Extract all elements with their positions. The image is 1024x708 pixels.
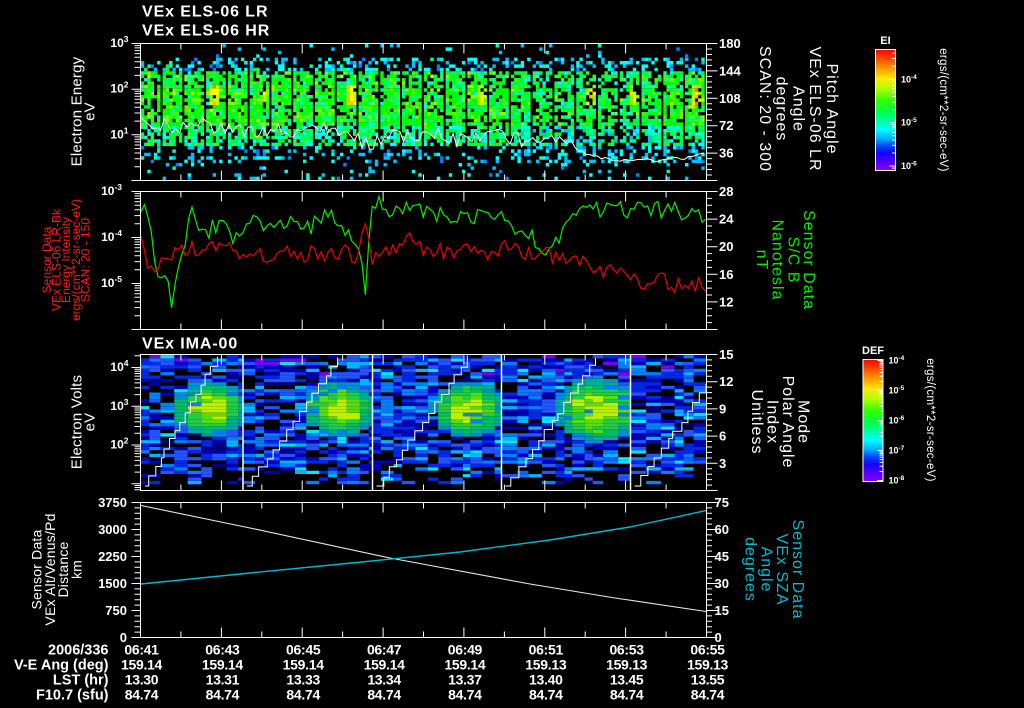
svg-text:06:47: 06:47 [367,642,402,658]
svg-text:13.34: 13.34 [367,672,401,688]
svg-text:13.55: 13.55 [691,672,725,688]
svg-text:28: 28 [719,184,733,199]
svg-text:3000: 3000 [98,522,127,537]
svg-text:84.74: 84.74 [286,687,320,703]
svg-text:SCAN: 20 - 150: SCAN: 20 - 150 [78,218,92,302]
svg-text:06:45: 06:45 [286,642,321,658]
svg-text:06:51: 06:51 [529,642,564,658]
svg-text:2250: 2250 [98,549,127,564]
svg-text:EI: EI [880,35,890,47]
svg-text:15: 15 [719,347,733,362]
svg-text:60: 60 [715,522,729,537]
svg-text:84.74: 84.74 [529,687,563,703]
svg-text:13.33: 13.33 [286,672,320,688]
svg-text:3750: 3750 [98,495,127,510]
svg-text:2006/336: 2006/336 [48,643,108,659]
svg-text:Unitless: Unitless [748,390,765,455]
svg-text:06:43: 06:43 [205,642,240,658]
svg-text:DEF: DEF [862,345,884,357]
svg-text:eV: eV [82,413,99,432]
svg-text:159.14: 159.14 [202,657,244,673]
svg-text:84.74: 84.74 [206,687,240,703]
svg-text:06:53: 06:53 [609,642,644,658]
svg-text:13.30: 13.30 [125,672,159,688]
svg-text:84.74: 84.74 [448,687,482,703]
svg-text:13.40: 13.40 [529,672,563,688]
svg-text:13.45: 13.45 [610,672,644,688]
svg-text:24: 24 [719,212,734,227]
svg-text:nT: nT [753,250,770,271]
svg-text:VEx SZA: VEx SZA [773,534,790,606]
svg-text:30: 30 [715,576,729,591]
svg-text:20: 20 [719,239,733,254]
svg-text:VEx ELS-06 HR: VEx ELS-06 HR [142,23,270,40]
svg-text:6: 6 [719,429,726,444]
svg-text:45: 45 [715,549,729,564]
svg-text:159.14: 159.14 [121,657,163,673]
svg-text:159.13: 159.13 [606,657,648,673]
svg-text:Index: Index [764,400,781,444]
svg-text:ergs/(cm**2-sr-sec-eV): ergs/(cm**2-sr-sec-eV) [937,48,949,172]
svg-text:degrees: degrees [773,77,790,142]
svg-text:06:49: 06:49 [448,642,483,658]
svg-text:3: 3 [719,456,726,471]
svg-text:159.13: 159.13 [525,657,567,673]
svg-text:159.14: 159.14 [283,657,325,673]
svg-text:Polar Angle: Polar Angle [779,376,796,469]
svg-text:159.13: 159.13 [687,657,729,673]
svg-text:15: 15 [715,603,729,618]
svg-text:06:55: 06:55 [690,642,725,658]
svg-text:Sensor Data: Sensor Data [789,520,806,620]
svg-text:75: 75 [715,495,729,510]
svg-text:9: 9 [719,401,726,416]
svg-text:159.14: 159.14 [364,657,406,673]
svg-text:16: 16 [719,267,733,282]
svg-text:Angle: Angle [757,547,774,593]
svg-text:12: 12 [719,374,733,389]
svg-text:F10.7 (sfu): F10.7 (sfu) [36,688,109,704]
svg-text:72: 72 [719,118,733,133]
svg-text:VEx IMA-00: VEx IMA-00 [142,336,238,353]
svg-text:180: 180 [719,36,741,51]
svg-text:13.37: 13.37 [448,672,482,688]
svg-text:Mode: Mode [795,400,812,444]
svg-text:1500: 1500 [98,576,127,591]
svg-text:750: 750 [105,603,127,618]
svg-text:S/C B: S/C B [784,237,801,284]
svg-text:Pitch Angle: Pitch Angle [823,63,840,154]
svg-text:km: km [68,560,84,579]
svg-text:84.74: 84.74 [610,687,644,703]
svg-text:VEx ELS-06 LR: VEx ELS-06 LR [142,4,268,21]
svg-text:degrees: degrees [742,537,759,602]
svg-text:SCAN: 20 - 300: SCAN: 20 - 300 [756,46,773,172]
svg-text:VEx ELS-06 LR: VEx ELS-06 LR [806,46,823,171]
svg-text:108: 108 [719,91,741,106]
svg-text:V-E Ang (deg): V-E Ang (deg) [14,658,109,674]
svg-text:84.74: 84.74 [691,687,725,703]
svg-text:Nanotesla: Nanotesla [769,219,786,300]
svg-text:13.31: 13.31 [206,672,240,688]
svg-text:06:41: 06:41 [124,642,159,658]
svg-text:84.74: 84.74 [367,687,401,703]
svg-text:36: 36 [719,146,733,161]
svg-text:Sensor Data: Sensor Data [800,210,817,310]
svg-text:12: 12 [719,294,733,309]
svg-text:159.14: 159.14 [444,657,486,673]
svg-text:144: 144 [719,63,741,78]
svg-text:ergs/(cm**2-sr-sec-eV): ergs/(cm**2-sr-sec-eV) [924,358,936,482]
svg-text:84.74: 84.74 [125,687,159,703]
svg-text:eV: eV [82,102,99,121]
svg-text:Angle: Angle [789,86,806,132]
svg-text:LST (hr): LST (hr) [53,673,109,689]
